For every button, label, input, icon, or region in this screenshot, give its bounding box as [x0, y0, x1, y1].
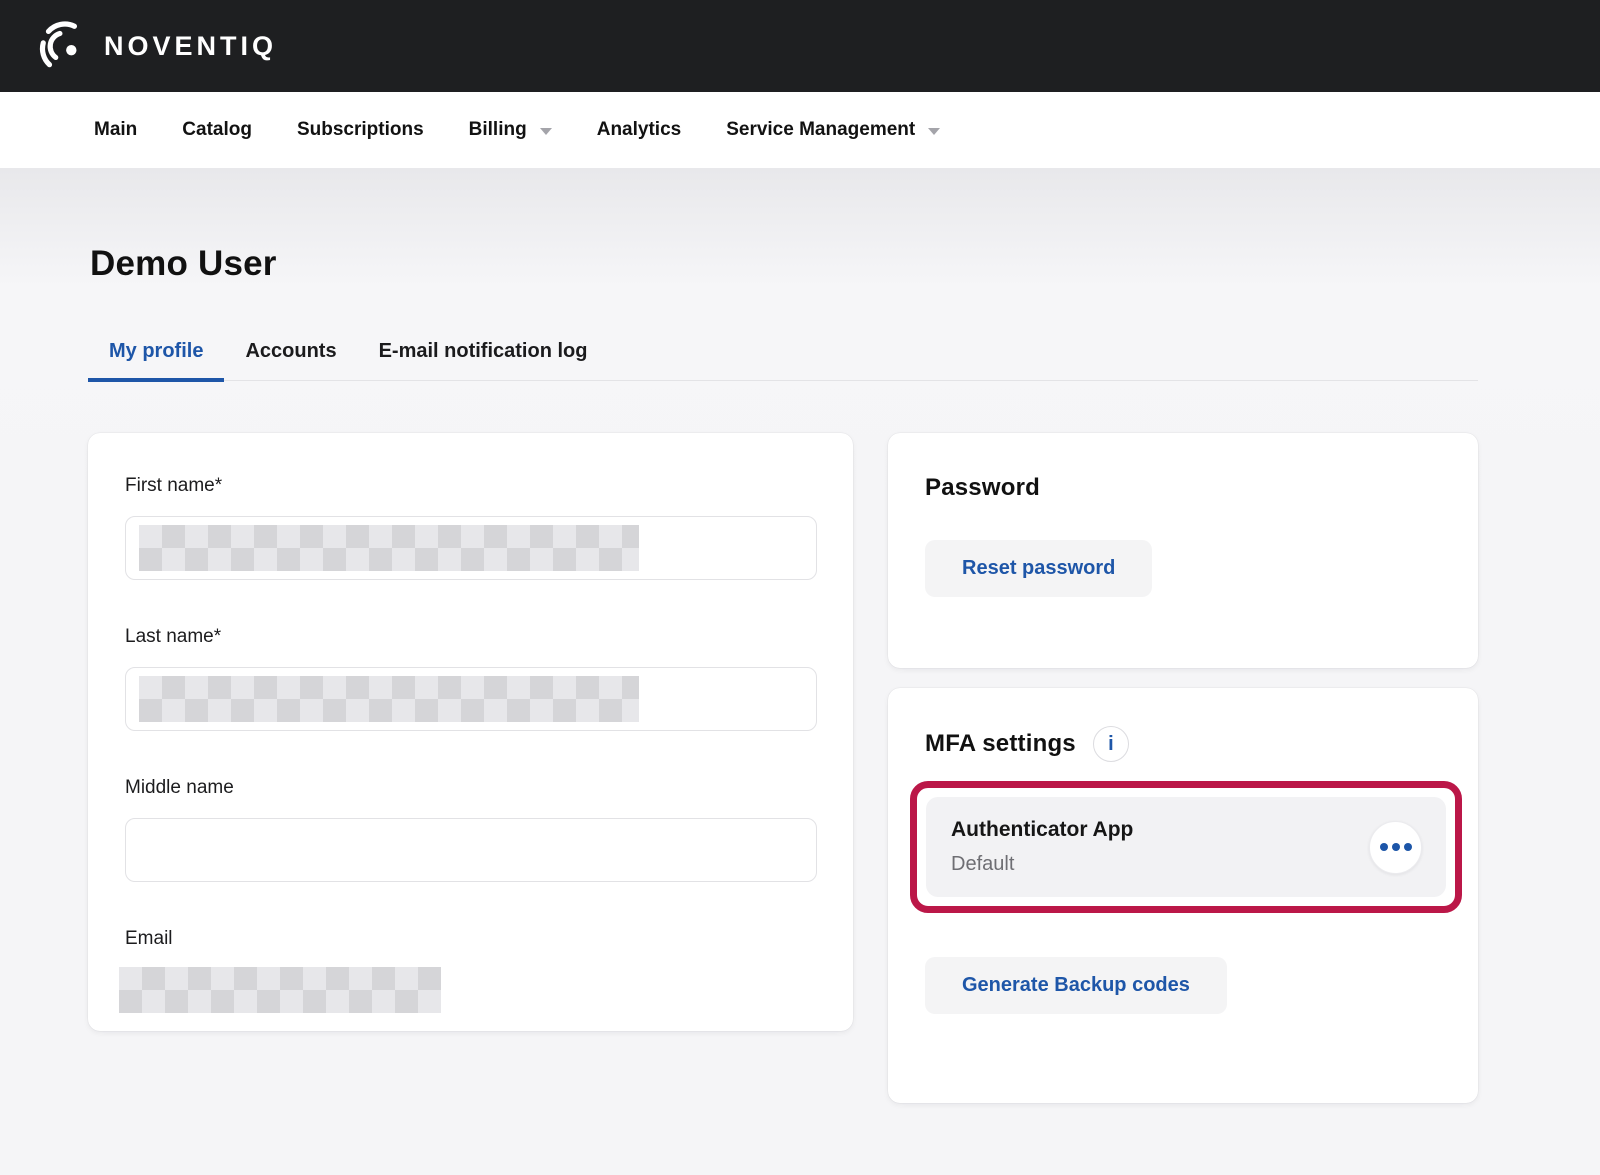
- page-title: Demo User: [0, 168, 1600, 284]
- tab-my-profile[interactable]: My profile: [88, 340, 224, 382]
- chevron-down-icon: [540, 128, 552, 135]
- noventiq-logo-icon: [36, 19, 90, 73]
- nav-item-label: Subscriptions: [297, 119, 424, 141]
- redacted-last-name-value: [139, 676, 639, 722]
- last-name-field[interactable]: [125, 667, 817, 731]
- tab-accounts[interactable]: Accounts: [224, 340, 357, 382]
- chevron-down-icon: [928, 128, 940, 135]
- brand-logo: NOVENTIQ: [36, 19, 277, 73]
- page-content: Demo User My profile Accounts E-mail not…: [0, 168, 1600, 1175]
- mfa-method-status: Default: [951, 853, 1133, 876]
- nav-item-label: Billing: [469, 119, 527, 141]
- tab-email-notification-log[interactable]: E-mail notification log: [358, 340, 609, 382]
- nav-item-service-management[interactable]: Service Management: [726, 119, 940, 141]
- mfa-method-authenticator-app[interactable]: Authenticator App Default: [926, 797, 1446, 897]
- middle-name-label: Middle name: [125, 777, 817, 799]
- app-header: NOVENTIQ: [0, 0, 1600, 92]
- nav-item-subscriptions[interactable]: Subscriptions: [297, 119, 424, 141]
- info-icon[interactable]: i: [1093, 726, 1129, 762]
- nav-item-label: Main: [94, 119, 137, 141]
- mfa-card-title: MFA settings: [925, 730, 1076, 758]
- brand-name: NOVENTIQ: [104, 31, 277, 62]
- mfa-method-menu-button[interactable]: [1369, 821, 1422, 874]
- mfa-method-text: Authenticator App Default: [951, 818, 1133, 876]
- first-name-label: First name*: [125, 475, 817, 497]
- nav-item-main[interactable]: Main: [94, 119, 137, 141]
- nav-item-label: Catalog: [182, 119, 252, 141]
- profile-form-card: First name* Last name* Middle name Email: [88, 433, 853, 1031]
- mfa-method-name: Authenticator App: [951, 818, 1133, 842]
- redacted-email-value: [119, 967, 441, 1013]
- nav-item-label: Analytics: [597, 119, 681, 141]
- middle-name-field[interactable]: [125, 818, 817, 882]
- redacted-first-name-value: [139, 525, 639, 571]
- first-name-field[interactable]: [125, 516, 817, 580]
- nav-item-catalog[interactable]: Catalog: [182, 119, 252, 141]
- main-nav: Main Catalog Subscriptions Billing Analy…: [0, 92, 1600, 168]
- nav-item-label: Service Management: [726, 119, 915, 141]
- generate-backup-codes-button[interactable]: Generate Backup codes: [925, 957, 1227, 1014]
- reset-password-button[interactable]: Reset password: [925, 540, 1152, 597]
- last-name-label: Last name*: [125, 626, 817, 648]
- nav-item-billing[interactable]: Billing: [469, 119, 552, 141]
- email-label: Email: [125, 928, 817, 950]
- password-card-title: Password: [925, 474, 1441, 502]
- ellipsis-icon: [1404, 843, 1412, 851]
- mfa-settings-card: MFA settings i Authenticator App Default: [888, 688, 1478, 1103]
- nav-item-analytics[interactable]: Analytics: [597, 119, 681, 141]
- profile-tabs: My profile Accounts E-mail notification …: [88, 340, 1478, 381]
- ellipsis-icon: [1380, 843, 1388, 851]
- password-card: Password Reset password: [888, 433, 1478, 668]
- ellipsis-icon: [1392, 843, 1400, 851]
- mfa-method-highlight-outline: Authenticator App Default: [910, 781, 1462, 913]
